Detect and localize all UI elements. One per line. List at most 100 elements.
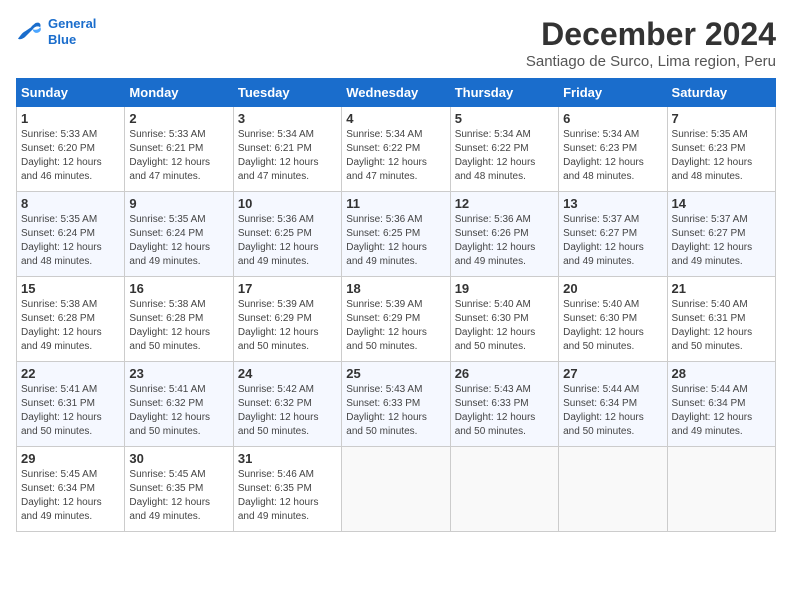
- calendar-cell: 23 Sunrise: 5:41 AMSunset: 6:32 PMDayligh…: [125, 362, 233, 447]
- calendar-cell: 29 Sunrise: 5:45 AMSunset: 6:34 PMDayligh…: [17, 447, 125, 532]
- calendar-cell: 8Sunrise: 5:35 AMSunset: 6:24 PMDaylight…: [17, 192, 125, 277]
- weekday-header-thursday: Thursday: [450, 79, 558, 107]
- day-info: Sunrise: 5:39 AMSunset: 6:29 PMDaylight:…: [346, 298, 445, 354]
- day-info: Sunrise: 5:38 AMSunset: 6:28 PMDaylight:…: [129, 298, 228, 354]
- calendar-cell: 1 Sunrise: 5:33 AMSunset: 6:20 PMDaylight…: [17, 107, 125, 192]
- day-number: 12: [455, 196, 554, 211]
- day-number: 7: [672, 111, 771, 126]
- calendar-cell: 15 Sunrise: 5:38 AMSunset: 6:28 PMDayligh…: [17, 277, 125, 362]
- day-number: 18: [346, 281, 445, 296]
- month-title: December 2024: [526, 16, 776, 53]
- day-number: 16: [129, 281, 228, 296]
- day-info: Sunrise: 5:36 AMSunset: 6:25 PMDaylight:…: [346, 213, 445, 269]
- calendar-cell: 30 Sunrise: 5:45 AMSunset: 6:35 PMDayligh…: [125, 447, 233, 532]
- day-number: 4: [346, 111, 445, 126]
- day-info: Sunrise: 5:46 AMSunset: 6:35 PMDaylight:…: [238, 468, 337, 524]
- calendar-cell: 4 Sunrise: 5:34 AMSunset: 6:22 PMDaylight…: [342, 107, 450, 192]
- calendar-cell: 26Sunrise: 5:43 AMSunset: 6:33 PMDayligh…: [450, 362, 558, 447]
- day-number: 24: [238, 366, 337, 381]
- day-number: 23: [129, 366, 228, 381]
- calendar-cell: [450, 447, 558, 532]
- location-subtitle: Santiago de Surco, Lima region, Peru: [526, 53, 776, 70]
- calendar-cell: 17 Sunrise: 5:39 AMSunset: 6:29 PMDayligh…: [233, 277, 341, 362]
- calendar-cell: 12 Sunrise: 5:36 AMSunset: 6:26 PMDayligh…: [450, 192, 558, 277]
- calendar-cell: 28Sunrise: 5:44 AMSunset: 6:34 PMDayligh…: [667, 362, 775, 447]
- calendar-week-1: 1 Sunrise: 5:33 AMSunset: 6:20 PMDaylight…: [17, 107, 776, 192]
- day-info: Sunrise: 5:38 AMSunset: 6:28 PMDaylight:…: [21, 298, 120, 354]
- day-info: Sunrise: 5:34 AMSunset: 6:22 PMDaylight:…: [455, 128, 554, 184]
- day-number: 13: [563, 196, 662, 211]
- page-header: General Blue December 2024 Santiago de S…: [16, 16, 776, 70]
- calendar-cell: 20 Sunrise: 5:40 AMSunset: 6:30 PMDayligh…: [559, 277, 667, 362]
- day-number: 6: [563, 111, 662, 126]
- day-info: Sunrise: 5:35 AMSunset: 6:23 PMDaylight:…: [672, 128, 771, 184]
- day-info: Sunrise: 5:37 AMSunset: 6:27 PMDaylight:…: [563, 213, 662, 269]
- calendar-cell: [667, 447, 775, 532]
- day-info: Sunrise: 5:36 AMSunset: 6:26 PMDaylight:…: [455, 213, 554, 269]
- logo-text: General Blue: [48, 16, 96, 47]
- day-number: 9: [129, 196, 228, 211]
- day-number: 27: [563, 366, 662, 381]
- day-number: 19: [455, 281, 554, 296]
- title-block: December 2024 Santiago de Surco, Lima re…: [526, 16, 776, 70]
- day-info: Sunrise: 5:45 AMSunset: 6:34 PMDaylight:…: [21, 468, 120, 524]
- day-number: 29: [21, 451, 120, 466]
- calendar-cell: 21Sunrise: 5:40 AMSunset: 6:31 PMDayligh…: [667, 277, 775, 362]
- day-number: 11: [346, 196, 445, 211]
- calendar-cell: 22Sunrise: 5:41 AMSunset: 6:31 PMDayligh…: [17, 362, 125, 447]
- day-info: Sunrise: 5:40 AMSunset: 6:30 PMDaylight:…: [455, 298, 554, 354]
- calendar-cell: 31Sunrise: 5:46 AMSunset: 6:35 PMDayligh…: [233, 447, 341, 532]
- calendar-cell: 16 Sunrise: 5:38 AMSunset: 6:28 PMDayligh…: [125, 277, 233, 362]
- day-number: 5: [455, 111, 554, 126]
- logo: General Blue: [16, 16, 96, 47]
- calendar-cell: 25 Sunrise: 5:43 AMSunset: 6:33 PMDayligh…: [342, 362, 450, 447]
- day-info: Sunrise: 5:33 AMSunset: 6:20 PMDaylight:…: [21, 128, 120, 184]
- day-number: 3: [238, 111, 337, 126]
- calendar-cell: [342, 447, 450, 532]
- calendar-cell: 13 Sunrise: 5:37 AMSunset: 6:27 PMDayligh…: [559, 192, 667, 277]
- day-info: Sunrise: 5:34 AMSunset: 6:22 PMDaylight:…: [346, 128, 445, 184]
- day-info: Sunrise: 5:41 AMSunset: 6:32 PMDaylight:…: [129, 383, 228, 439]
- weekday-header-tuesday: Tuesday: [233, 79, 341, 107]
- day-number: 2: [129, 111, 228, 126]
- day-info: Sunrise: 5:34 AMSunset: 6:23 PMDaylight:…: [563, 128, 662, 184]
- day-number: 20: [563, 281, 662, 296]
- day-info: Sunrise: 5:42 AMSunset: 6:32 PMDaylight:…: [238, 383, 337, 439]
- calendar-cell: 7 Sunrise: 5:35 AMSunset: 6:23 PMDaylight…: [667, 107, 775, 192]
- day-info: Sunrise: 5:44 AMSunset: 6:34 PMDaylight:…: [563, 383, 662, 439]
- calendar-week-3: 15 Sunrise: 5:38 AMSunset: 6:28 PMDayligh…: [17, 277, 776, 362]
- day-number: 15: [21, 281, 120, 296]
- day-number: 22: [21, 366, 120, 381]
- day-number: 1: [21, 111, 120, 126]
- day-info: Sunrise: 5:34 AMSunset: 6:21 PMDaylight:…: [238, 128, 337, 184]
- day-number: 17: [238, 281, 337, 296]
- weekday-header-friday: Friday: [559, 79, 667, 107]
- day-info: Sunrise: 5:45 AMSunset: 6:35 PMDaylight:…: [129, 468, 228, 524]
- day-info: Sunrise: 5:35 AMSunset: 6:24 PMDaylight:…: [21, 213, 120, 269]
- day-info: Sunrise: 5:33 AMSunset: 6:21 PMDaylight:…: [129, 128, 228, 184]
- calendar-cell: 18 Sunrise: 5:39 AMSunset: 6:29 PMDayligh…: [342, 277, 450, 362]
- day-info: Sunrise: 5:44 AMSunset: 6:34 PMDaylight:…: [672, 383, 771, 439]
- day-number: 26: [455, 366, 554, 381]
- calendar-cell: 5 Sunrise: 5:34 AMSunset: 6:22 PMDaylight…: [450, 107, 558, 192]
- day-info: Sunrise: 5:36 AMSunset: 6:25 PMDaylight:…: [238, 213, 337, 269]
- day-info: Sunrise: 5:40 AMSunset: 6:30 PMDaylight:…: [563, 298, 662, 354]
- calendar-cell: 19 Sunrise: 5:40 AMSunset: 6:30 PMDayligh…: [450, 277, 558, 362]
- calendar-cell: 9 Sunrise: 5:35 AMSunset: 6:24 PMDaylight…: [125, 192, 233, 277]
- weekday-header-sunday: Sunday: [17, 79, 125, 107]
- day-info: Sunrise: 5:35 AMSunset: 6:24 PMDaylight:…: [129, 213, 228, 269]
- calendar-cell: 6 Sunrise: 5:34 AMSunset: 6:23 PMDaylight…: [559, 107, 667, 192]
- logo-icon: [16, 20, 44, 44]
- calendar-cell: 14Sunrise: 5:37 AMSunset: 6:27 PMDayligh…: [667, 192, 775, 277]
- day-info: Sunrise: 5:43 AMSunset: 6:33 PMDaylight:…: [346, 383, 445, 439]
- day-number: 30: [129, 451, 228, 466]
- calendar-cell: [559, 447, 667, 532]
- calendar-cell: 3 Sunrise: 5:34 AMSunset: 6:21 PMDaylight…: [233, 107, 341, 192]
- calendar-cell: 27 Sunrise: 5:44 AMSunset: 6:34 PMDayligh…: [559, 362, 667, 447]
- calendar-cell: 2 Sunrise: 5:33 AMSunset: 6:21 PMDaylight…: [125, 107, 233, 192]
- day-number: 14: [672, 196, 771, 211]
- weekday-header-wednesday: Wednesday: [342, 79, 450, 107]
- day-number: 25: [346, 366, 445, 381]
- day-info: Sunrise: 5:39 AMSunset: 6:29 PMDaylight:…: [238, 298, 337, 354]
- calendar-cell: 11 Sunrise: 5:36 AMSunset: 6:25 PMDayligh…: [342, 192, 450, 277]
